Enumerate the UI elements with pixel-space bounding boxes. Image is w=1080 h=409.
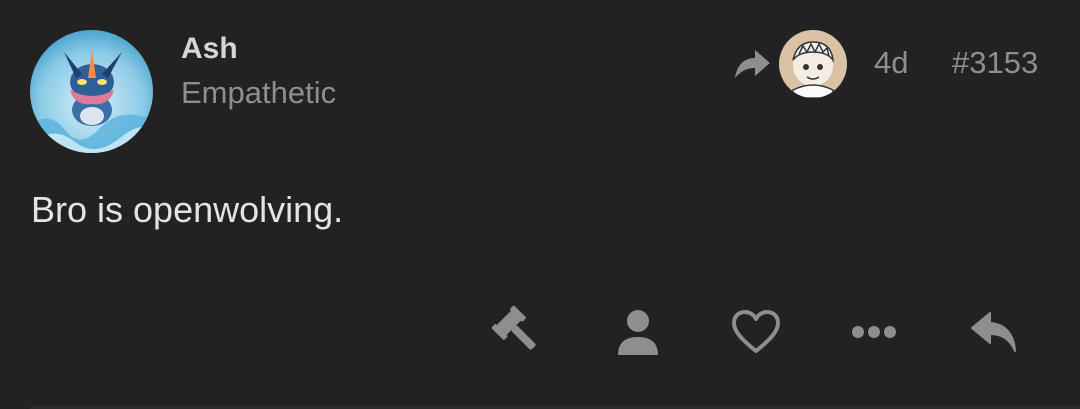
post-body: Bro is openwolving. bbox=[31, 189, 344, 230]
post-card: Ash Empathetic 4d #3153 Bro is openwolvi… bbox=[0, 0, 1080, 409]
heart-icon[interactable] bbox=[728, 304, 784, 360]
greninja-avatar-icon[interactable] bbox=[30, 30, 153, 153]
author-name[interactable]: Ash bbox=[181, 31, 238, 67]
reply-arrow-icon[interactable] bbox=[733, 48, 771, 82]
post-number[interactable]: #3153 bbox=[952, 45, 1038, 81]
user-icon[interactable] bbox=[610, 304, 666, 360]
gavel-icon[interactable] bbox=[490, 304, 546, 360]
ellipsis-icon[interactable] bbox=[846, 304, 902, 360]
reply-icon[interactable] bbox=[966, 304, 1022, 360]
author-title: Empathetic bbox=[181, 75, 337, 110]
reply-user-avatar-icon[interactable] bbox=[779, 30, 847, 98]
post-age[interactable]: 4d bbox=[874, 45, 908, 81]
